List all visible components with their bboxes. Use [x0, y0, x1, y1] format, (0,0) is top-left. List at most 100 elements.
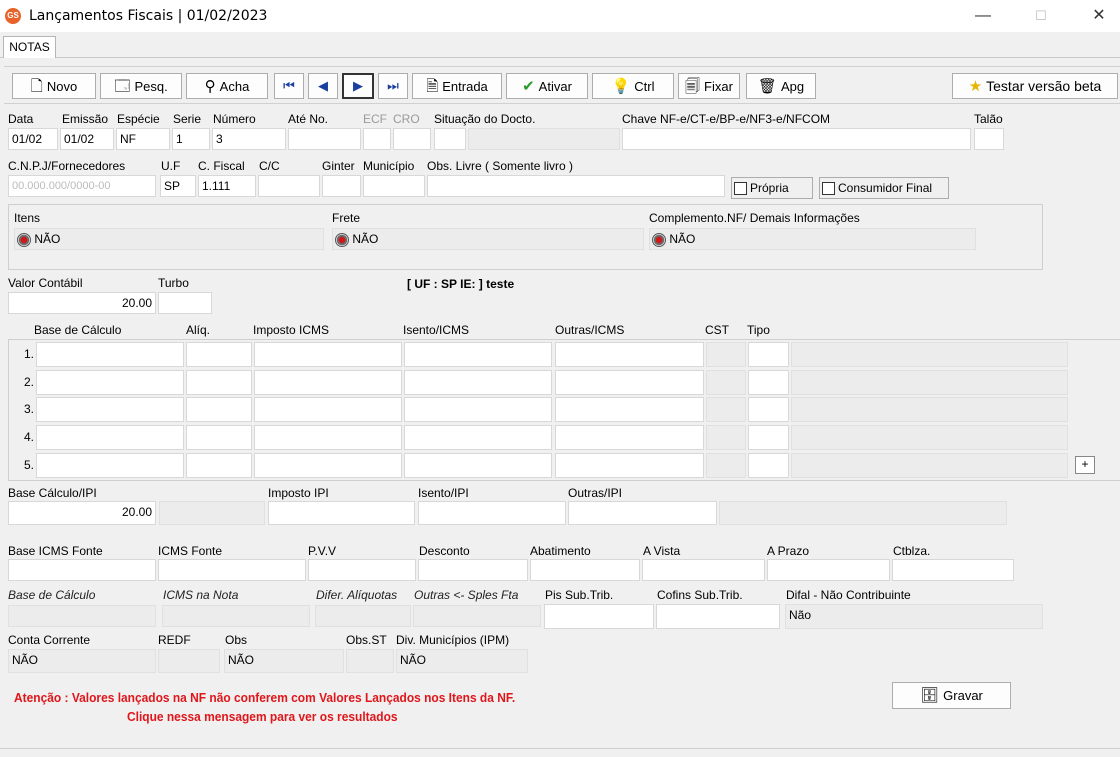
base-calculo-cell[interactable] [36, 342, 184, 367]
base-calculo-cell[interactable] [36, 370, 184, 395]
cst-cell[interactable] [706, 370, 746, 395]
cofins-sub-trib-field[interactable] [656, 604, 780, 629]
base-calculo-cell[interactable] [36, 397, 184, 422]
data-field[interactable]: 01/02 [8, 128, 58, 150]
maximize-button[interactable]: ☐ [1018, 0, 1064, 32]
valor-contabil-field[interactable]: 20.00 [8, 292, 156, 314]
cnpj-field[interactable]: 00.000.000/0000-00 [8, 175, 156, 197]
tipo-cell[interactable] [748, 397, 789, 422]
ginter-field[interactable] [322, 175, 361, 197]
serie-field[interactable]: 1 [172, 128, 210, 150]
base-icms-fonte-field[interactable] [8, 559, 156, 581]
aliq-cell[interactable] [186, 425, 252, 450]
isento-icms-cell[interactable] [404, 397, 552, 422]
a-vista-field[interactable] [642, 559, 765, 581]
emissao-field[interactable]: 01/02 [60, 128, 114, 150]
imposto-icms-cell[interactable] [254, 397, 402, 422]
cc-field[interactable] [258, 175, 320, 197]
isento-ipi-field[interactable] [418, 501, 566, 525]
aliq-cell[interactable] [186, 342, 252, 367]
difal-field[interactable]: Não [785, 604, 1043, 629]
acha-button[interactable]: ⚲ Acha [186, 73, 268, 99]
tipo-cell[interactable] [748, 370, 789, 395]
prev-record-button[interactable]: ◀ [308, 73, 338, 99]
outras-icms-cell[interactable] [555, 453, 704, 478]
cst-cell[interactable] [706, 425, 746, 450]
tipo-cell[interactable] [748, 453, 789, 478]
cst-cell[interactable] [706, 453, 746, 478]
aliq-cell[interactable] [186, 397, 252, 422]
base-calculo-cell[interactable] [36, 425, 184, 450]
imposto-icms-cell[interactable] [254, 342, 402, 367]
cst-cell[interactable] [706, 342, 746, 367]
imposto-icms-cell[interactable] [254, 453, 402, 478]
imposto-icms-cell[interactable] [254, 425, 402, 450]
frete-field[interactable]: NÃO [332, 228, 644, 250]
imposto-ipi-field[interactable] [268, 501, 415, 525]
turbo-field[interactable] [158, 292, 212, 314]
cst-cell[interactable] [706, 397, 746, 422]
novo-button[interactable]: 🗋 Novo [12, 73, 96, 99]
cfiscal-field[interactable]: 1.111 [198, 175, 256, 197]
ecf-field[interactable] [363, 128, 391, 150]
itens-field[interactable]: NÃO [14, 228, 324, 250]
pesq-button[interactable]: 🗔 Pesq. [100, 73, 182, 99]
div-municipios-field[interactable]: NÃO [396, 649, 528, 673]
isento-icms-cell[interactable] [404, 370, 552, 395]
abatimento-field[interactable] [530, 559, 640, 581]
situacao-code-field[interactable] [434, 128, 466, 150]
pis-sub-trib-field[interactable] [544, 604, 654, 629]
first-record-button[interactable]: ⏮ [274, 73, 304, 99]
cro-field[interactable] [393, 128, 431, 150]
minimize-button[interactable]: — [960, 0, 1006, 32]
propria-checkbox[interactable]: Própria [731, 177, 813, 199]
tipo-cell[interactable] [748, 342, 789, 367]
uf-field[interactable]: SP [160, 175, 196, 197]
municipio-field[interactable] [363, 175, 425, 197]
apg-button[interactable]: 🗑 Apg [746, 73, 816, 99]
gravar-button[interactable]: 🗄 Gravar [892, 682, 1011, 709]
outras-icms-cell[interactable] [555, 397, 704, 422]
redf-field[interactable] [158, 649, 220, 673]
warning-message[interactable]: Atenção : Valores lançados na NF não con… [14, 690, 515, 705]
tab-notas[interactable]: NOTAS [3, 36, 56, 58]
base-ipi-field[interactable]: 20.00 [8, 501, 156, 525]
a-prazo-field[interactable] [767, 559, 890, 581]
outras-icms-cell[interactable] [555, 370, 704, 395]
fixar-button[interactable]: 🗐 Fixar [678, 73, 740, 99]
last-record-button[interactable]: ⏭ [378, 73, 408, 99]
add-row-button[interactable]: + [1075, 456, 1095, 474]
icms-fonte-field[interactable] [158, 559, 306, 581]
numero-field[interactable]: 3 [212, 128, 286, 150]
aliq-cell[interactable] [186, 453, 252, 478]
outras-icms-cell[interactable] [555, 425, 704, 450]
outras-icms-cell[interactable] [555, 342, 704, 367]
pvv-field[interactable] [308, 559, 416, 581]
obs-st-field[interactable] [346, 649, 394, 673]
base-calculo-cell[interactable] [36, 453, 184, 478]
isento-icms-cell[interactable] [404, 453, 552, 478]
close-button[interactable]: ✕ [1076, 0, 1120, 32]
ativar-button[interactable]: ✔ Ativar [506, 73, 588, 99]
obs-livre-field[interactable] [427, 175, 725, 197]
isento-icms-cell[interactable] [404, 342, 552, 367]
especie-field[interactable]: NF [116, 128, 170, 150]
aliq-cell[interactable] [186, 370, 252, 395]
ate-no-field[interactable] [288, 128, 361, 150]
imposto-icms-cell[interactable] [254, 370, 402, 395]
testar-versao-beta-button[interactable]: ★ Testar versão beta [952, 73, 1118, 99]
conta-corrente-field[interactable]: NÃO [8, 649, 156, 673]
ctrl-button[interactable]: 💡 Ctrl [592, 73, 674, 99]
talao-field[interactable] [974, 128, 1004, 150]
entrada-button[interactable]: 🗎 Entrada [412, 73, 502, 99]
warning-link[interactable]: Clique nessa mensagem para ver os result… [127, 709, 398, 724]
complemento-field[interactable]: NÃO [649, 228, 976, 250]
desconto-field[interactable] [418, 559, 528, 581]
ctblza-field[interactable] [892, 559, 1014, 581]
tipo-cell[interactable] [748, 425, 789, 450]
chave-field[interactable] [622, 128, 971, 150]
consumidor-final-checkbox[interactable]: Consumidor Final [819, 177, 949, 199]
next-record-button[interactable]: ▶ [342, 73, 374, 99]
isento-icms-cell[interactable] [404, 425, 552, 450]
obs-field[interactable]: NÃO [224, 649, 344, 673]
